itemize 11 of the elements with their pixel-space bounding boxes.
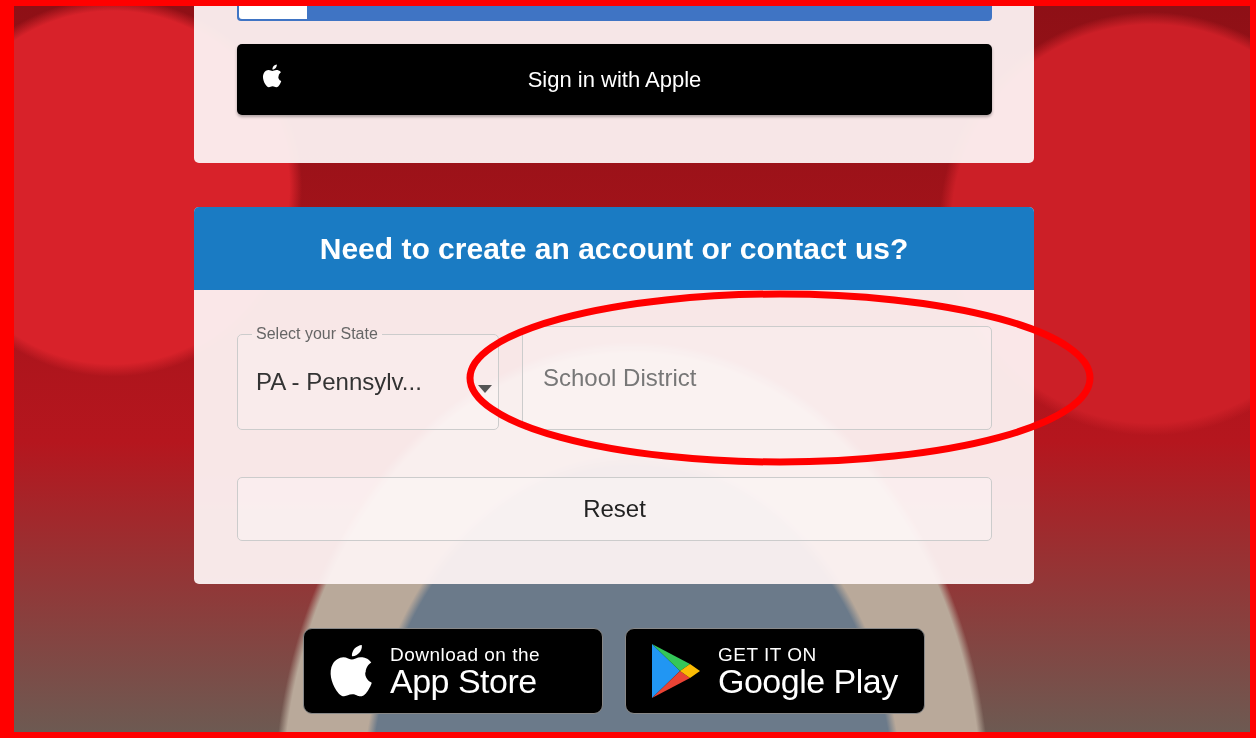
caret-icon bbox=[478, 385, 492, 393]
app-store-badge[interactable]: Download on the App Store bbox=[303, 628, 603, 714]
google-play-badge[interactable]: GET IT ON Google Play bbox=[625, 628, 925, 714]
apple-sign-in-button[interactable]: Sign in with Apple bbox=[237, 44, 992, 115]
partial-sign-in-button[interactable] bbox=[237, 6, 992, 21]
reset-button[interactable]: Reset bbox=[237, 477, 992, 541]
apple-logo-icon bbox=[328, 644, 374, 698]
school-district-field[interactable]: School District bbox=[522, 326, 992, 430]
apple-logo-icon bbox=[262, 64, 282, 88]
card-title: Need to create an account or contact us? bbox=[319, 230, 909, 267]
play-triangle-icon bbox=[650, 642, 702, 700]
